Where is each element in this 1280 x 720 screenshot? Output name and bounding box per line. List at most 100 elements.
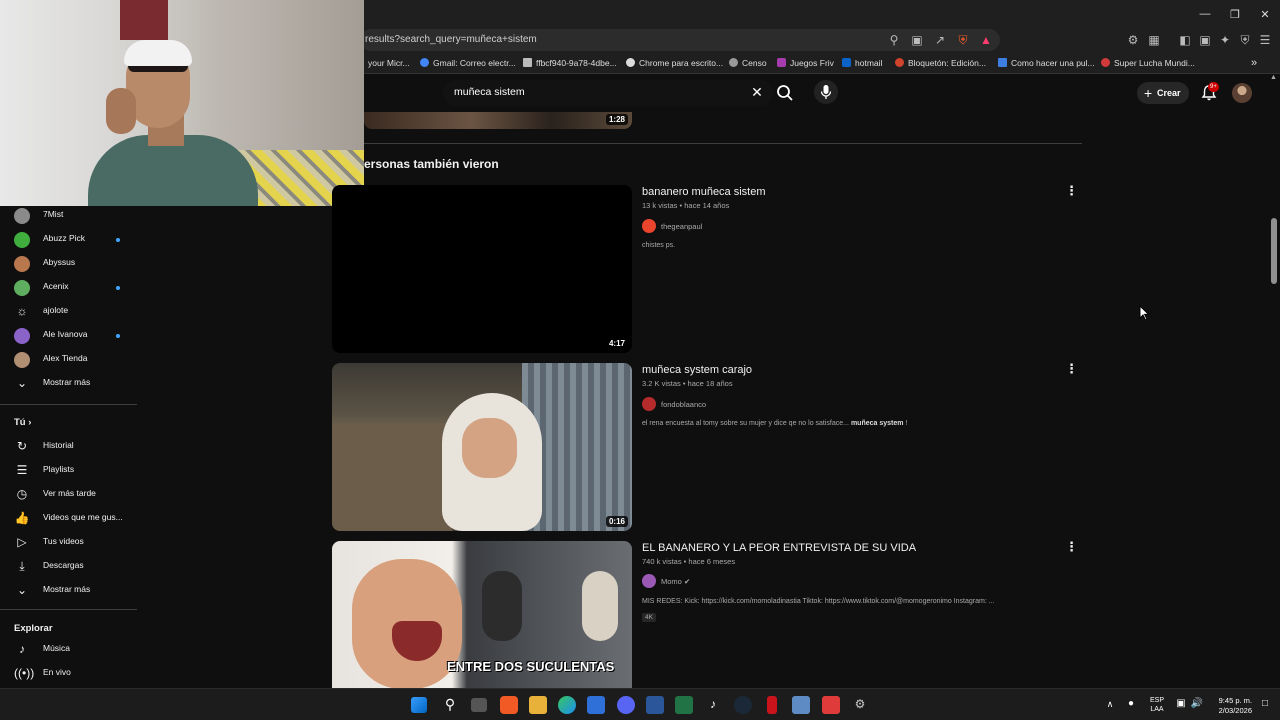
netflix-icon[interactable]	[767, 696, 777, 714]
bookmark-item[interactable]: Super Lucha Mundi...	[1101, 52, 1195, 74]
sidebar-item-downloads[interactable]: ⤓ Descargas	[0, 555, 138, 579]
channel-avatar[interactable]	[642, 397, 656, 411]
scrollbar-thumb[interactable]	[1271, 218, 1277, 284]
video-thumbnail[interactable]: 4:17	[332, 185, 632, 353]
search-icon[interactable]: ⚲	[441, 695, 459, 713]
brave-rewards-icon[interactable]: ▲	[976, 28, 996, 52]
word-icon[interactable]	[646, 696, 664, 714]
sidebar: 7Mist Abuzz Pick Abyssus Acenix ☼ ajolot…	[0, 206, 140, 688]
bookmark-item[interactable]: ffbcf940-9a78-4dbe...	[523, 52, 617, 74]
show-more-subscriptions-button[interactable]: ⌄ Mostrar más	[0, 372, 138, 396]
video-thumbnail[interactable]: 1:28	[364, 112, 632, 129]
close-window-icon[interactable]: ✕	[1250, 0, 1280, 28]
bookmark-item[interactable]: your Micr...	[368, 52, 410, 74]
new-content-dot	[116, 238, 120, 242]
more-options-icon[interactable]: ⋮	[1065, 539, 1078, 555]
more-options-icon[interactable]: ⋮	[1065, 361, 1078, 377]
brave-shield-icon[interactable]: ⛨	[953, 28, 973, 52]
wallet-icon[interactable]: ▣	[1195, 28, 1215, 52]
bookmark-item[interactable]: Chrome para escrito...	[626, 52, 723, 74]
excel-icon[interactable]	[675, 696, 693, 714]
url-text[interactable]: results?search_query=muñeca+sistem	[365, 28, 537, 52]
snipping-tool-icon[interactable]: ⚙	[851, 695, 869, 713]
microphone-tray-icon[interactable]: ●	[1122, 695, 1140, 713]
channel-avatar	[14, 232, 30, 248]
scroll-up-icon[interactable]: ▲	[1270, 74, 1277, 81]
menu-icon[interactable]: ☰	[1255, 28, 1275, 52]
minimize-icon[interactable]: —	[1190, 0, 1220, 28]
video-thumbnail[interactable]: 0:16	[332, 363, 632, 531]
steam-icon[interactable]	[734, 696, 752, 714]
channel-name[interactable]: thegeanpaul	[661, 222, 702, 231]
edge-browser-icon[interactable]	[558, 696, 576, 714]
pdf-reader-icon[interactable]	[822, 696, 840, 714]
cast-icon[interactable]: ▣	[907, 28, 927, 52]
more-bookmarks-icon[interactable]: »	[1251, 52, 1257, 74]
windows-start-icon[interactable]	[411, 697, 427, 713]
discord-icon[interactable]	[617, 696, 635, 714]
sidebar-item-7mist[interactable]: 7Mist	[0, 204, 138, 228]
tiktok-icon[interactable]: ♪	[704, 695, 722, 713]
show-more-you-button[interactable]: ⌄ Mostrar más	[0, 579, 138, 603]
sidebar-item-ale-ivanova[interactable]: Ale Ivanova	[0, 324, 138, 348]
notifications-icon[interactable]: □	[1256, 695, 1274, 713]
sidebar-item-alex-tienda[interactable]: Alex Tienda	[0, 348, 138, 372]
thumbs-up-icon: 👍	[14, 511, 30, 525]
sidebar-item-abyssus[interactable]: Abyssus	[0, 252, 138, 276]
bookmark-item[interactable]: Bloquetón: Edición...	[895, 52, 986, 74]
chevron-down-icon: ⌄	[16, 376, 28, 390]
leo-ai-icon[interactable]: ✦	[1215, 28, 1235, 52]
photos-icon[interactable]	[792, 696, 810, 714]
sidebar-toggle-icon[interactable]: ◧	[1175, 28, 1195, 52]
channel-name[interactable]: Momo ✔	[661, 577, 690, 586]
section-divider	[364, 143, 1082, 144]
channel-avatar	[14, 280, 30, 296]
bookmark-item[interactable]: Gmail: Correo electr...	[420, 52, 516, 74]
clear-search-icon[interactable]: ✕	[749, 84, 765, 100]
microphone-icon[interactable]	[814, 80, 838, 104]
video-title[interactable]: bananero muñeca sistem	[642, 186, 766, 198]
file-explorer-icon[interactable]	[529, 696, 547, 714]
sidebar-item-playlists[interactable]: ☰ Playlists	[0, 459, 138, 483]
sidebar-item-abuzz-pick[interactable]: Abuzz Pick	[0, 228, 138, 252]
video-title[interactable]: muñeca system carajo	[642, 364, 752, 376]
chevron-right-icon: ›	[28, 417, 32, 428]
sidebar-item-your-videos[interactable]: ▷ Tus videos	[0, 531, 138, 555]
brave-browser-icon[interactable]	[500, 696, 518, 714]
vpn-icon[interactable]: ⛨	[1235, 28, 1255, 52]
sidebar-item-watch-later[interactable]: ◷ Ver más tarde	[0, 483, 138, 507]
bookmark-item[interactable]: Juegos Friv	[777, 52, 834, 74]
channel-avatar	[14, 256, 30, 272]
sidebar-item-liked-videos[interactable]: 👍 Videos que me gus...	[0, 507, 138, 531]
task-view-icon[interactable]	[471, 698, 487, 712]
channel-avatar[interactable]	[642, 574, 656, 588]
bookmark-item[interactable]: hotmail	[842, 52, 882, 74]
video-thumbnail[interactable]: ENTRE DOS SUCULENTAS	[332, 541, 632, 688]
sidebar-item-music[interactable]: ♪ Música	[0, 638, 138, 662]
system-clock[interactable]: 9:45 p. m. 2/03/2026	[1208, 696, 1252, 716]
zoom-icon[interactable]: ⚲	[884, 28, 904, 52]
you-section-header[interactable]: Tú ›	[14, 417, 31, 428]
sidebar-item-acenix[interactable]: Acenix	[0, 276, 138, 300]
language-indicator[interactable]: ESP LAA	[1146, 696, 1168, 714]
restore-icon[interactable]: ❐	[1220, 0, 1250, 28]
account-avatar[interactable]	[1232, 83, 1252, 103]
sidebar-item-history[interactable]: ↻ Historial	[0, 435, 138, 459]
search-icon[interactable]	[774, 82, 796, 104]
sidebar-item-live[interactable]: ((•)) En vivo	[0, 662, 138, 686]
bookmark-item[interactable]: Como hacer una pul...	[998, 52, 1095, 74]
store-icon[interactable]	[587, 696, 605, 714]
tab-search-icon[interactable]: ▦	[1144, 28, 1164, 52]
sidebar-item-ajolote[interactable]: ☼ ajolote	[0, 300, 138, 324]
channel-avatar[interactable]	[642, 219, 656, 233]
tray-chevron-icon[interactable]: ∧	[1101, 695, 1119, 713]
channel-name[interactable]: fondoblaanco	[661, 400, 706, 409]
more-options-icon[interactable]: ⋮	[1065, 183, 1078, 199]
video-title[interactable]: EL BANANERO Y LA PEOR ENTREVISTA DE SU V…	[642, 542, 916, 554]
search-query-text[interactable]: muñeca sistem	[454, 86, 525, 98]
extensions-icon[interactable]: ⚙	[1123, 28, 1143, 52]
bookmark-item[interactable]: Censo	[729, 52, 767, 74]
volume-icon[interactable]: 🔊	[1188, 695, 1206, 713]
share-icon[interactable]: ↗	[930, 28, 950, 52]
page-scrollbar[interactable]: ▲	[1268, 74, 1280, 688]
